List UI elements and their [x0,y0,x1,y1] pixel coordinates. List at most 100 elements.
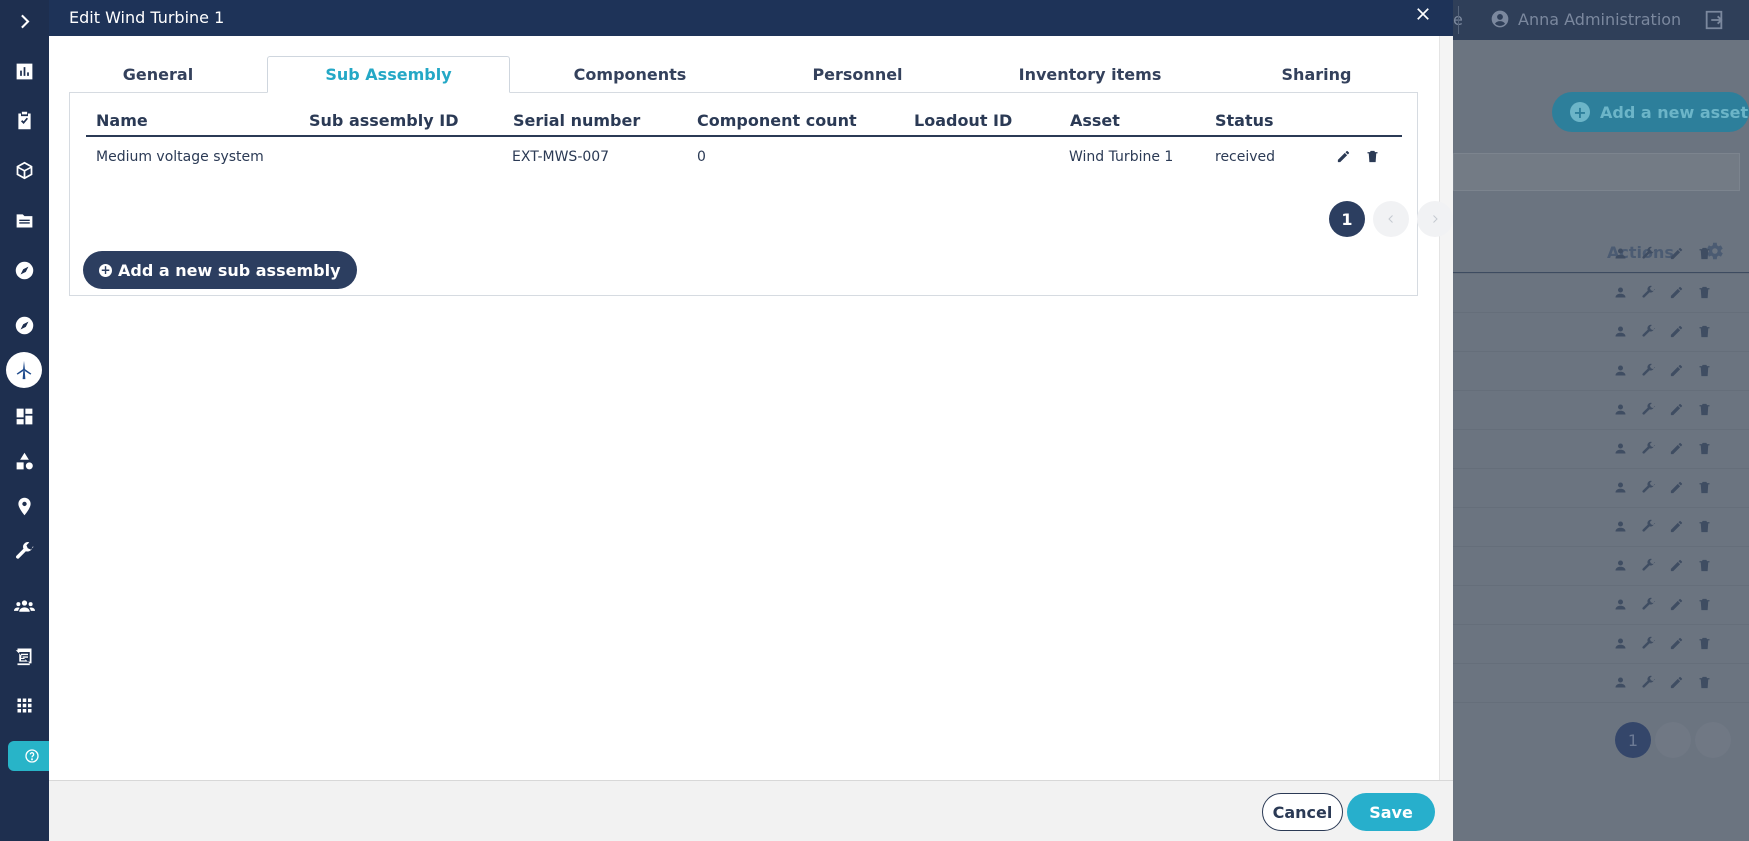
wrench-icon[interactable] [1641,402,1657,418]
wrench-icon[interactable] [1641,324,1657,340]
tab-inventory-items[interactable]: Inventory items [965,56,1215,93]
user-icon[interactable] [1613,363,1629,379]
wrench-icon[interactable] [1641,519,1657,535]
trash-icon[interactable] [1697,285,1713,301]
wrench-icon[interactable] [1641,675,1657,691]
user-menu[interactable]: Anna Administration [1490,9,1681,29]
folder-icon [16,213,33,227]
pencil-icon[interactable] [1669,441,1685,457]
pencil-icon[interactable] [1669,558,1685,574]
trash-icon[interactable] [1697,597,1713,613]
sidebar-item-wind-turbines[interactable] [6,352,42,388]
cell-asset: Wind Turbine 1 [1069,149,1174,165]
user-icon[interactable] [1613,441,1629,457]
wrench-icon[interactable] [1641,441,1657,457]
next-page-button[interactable] [1417,201,1453,237]
sidebar-item-maintenance[interactable] [0,531,49,571]
sidebar-item-navigation[interactable] [0,305,49,345]
scrollbar[interactable] [1439,36,1453,780]
add-asset-button[interactable]: + Add a new asset [1552,92,1749,132]
trash-icon[interactable] [1697,675,1713,691]
sidebar-item-inventory[interactable] [0,150,49,190]
background-prev-page[interactable] [1655,722,1691,758]
pencil-icon[interactable] [1669,597,1685,613]
logout-button[interactable] [1703,9,1725,35]
column-header-component-count[interactable]: Component count [697,111,857,130]
trash-icon[interactable] [1697,558,1713,574]
wrench-icon[interactable] [1641,246,1657,262]
sidebar-item-shapes[interactable] [0,441,49,481]
pencil-icon[interactable] [1669,636,1685,652]
sidebar-item-documents[interactable] [0,200,49,240]
pencil-icon [1337,150,1350,163]
sidebar-item-explore[interactable] [0,250,49,290]
sidebar-item-reports[interactable] [0,51,49,91]
trash-icon[interactable] [1697,363,1713,379]
wrench-icon[interactable] [1641,285,1657,301]
background-next-page[interactable] [1695,722,1731,758]
pencil-icon[interactable] [1669,363,1685,379]
sidebar-item-apps[interactable] [0,685,49,725]
wrench-icon[interactable] [1641,363,1657,379]
column-header-loadout-id[interactable]: Loadout ID [914,111,1012,130]
sidebar-item-tasks[interactable] [0,100,49,140]
close-button[interactable] [1414,5,1436,27]
wrench-icon[interactable] [1641,480,1657,496]
wrench-icon [16,541,34,559]
tab-sharing[interactable]: Sharing [1215,56,1418,93]
wrench-icon[interactable] [1641,597,1657,613]
add-sub-assembly-button[interactable]: + Add a new sub assembly [83,251,357,289]
previous-page-button[interactable] [1373,201,1409,237]
page-1-button[interactable]: 1 [1329,201,1365,237]
edit-row-button[interactable] [1336,149,1352,165]
background-table-row [1453,274,1749,313]
trash-icon[interactable] [1697,519,1713,535]
sub-assembly-panel: Name Sub assembly ID Serial number Compo… [69,92,1453,296]
trash-icon[interactable] [1697,636,1713,652]
user-icon[interactable] [1613,285,1629,301]
column-header-status[interactable]: Status [1215,111,1274,130]
sidebar-item-calendar[interactable] [0,635,49,675]
trash-icon[interactable] [1697,480,1713,496]
sidebar-item-locations[interactable] [0,486,49,526]
cancel-button[interactable]: Cancel [1262,793,1343,831]
trash-icon[interactable] [1697,324,1713,340]
pencil-icon[interactable] [1669,285,1685,301]
wrench-icon[interactable] [1641,636,1657,652]
user-icon[interactable] [1613,246,1629,262]
user-icon[interactable] [1613,402,1629,418]
wrench-icon[interactable] [1641,558,1657,574]
user-icon[interactable] [1613,558,1629,574]
column-header-serial-number[interactable]: Serial number [513,111,640,130]
column-header-asset[interactable]: Asset [1070,111,1120,130]
pencil-icon[interactable] [1669,480,1685,496]
tab-components[interactable]: Components [510,56,750,93]
tab-sub-assembly[interactable]: Sub Assembly [267,56,510,93]
pencil-icon[interactable] [1669,675,1685,691]
user-icon[interactable] [1613,597,1629,613]
sidebar-item-dashboard[interactable] [0,396,49,436]
user-icon[interactable] [1613,324,1629,340]
user-icon[interactable] [1613,480,1629,496]
background-search-bar[interactable] [1453,153,1740,191]
column-header-sub-assembly-id[interactable]: Sub assembly ID [309,111,458,130]
user-icon[interactable] [1613,675,1629,691]
expand-sidebar-button[interactable] [0,1,49,41]
trash-icon[interactable] [1697,402,1713,418]
trash-icon[interactable] [1697,246,1713,262]
pencil-icon[interactable] [1669,402,1685,418]
pencil-icon[interactable] [1669,246,1685,262]
sidebar-item-personnel[interactable] [0,586,49,626]
pencil-icon[interactable] [1669,324,1685,340]
tab-general[interactable]: General [68,56,248,93]
user-icon[interactable] [1613,636,1629,652]
delete-row-button[interactable] [1365,149,1381,165]
save-button[interactable]: Save [1347,793,1435,831]
tab-personnel[interactable]: Personnel [750,56,965,93]
pencil-icon[interactable] [1669,519,1685,535]
trash-icon[interactable] [1697,441,1713,457]
column-header-name[interactable]: Name [96,111,148,130]
background-page-button[interactable]: 1 [1615,722,1651,758]
calendar-list-icon [15,648,32,665]
user-icon[interactable] [1613,519,1629,535]
